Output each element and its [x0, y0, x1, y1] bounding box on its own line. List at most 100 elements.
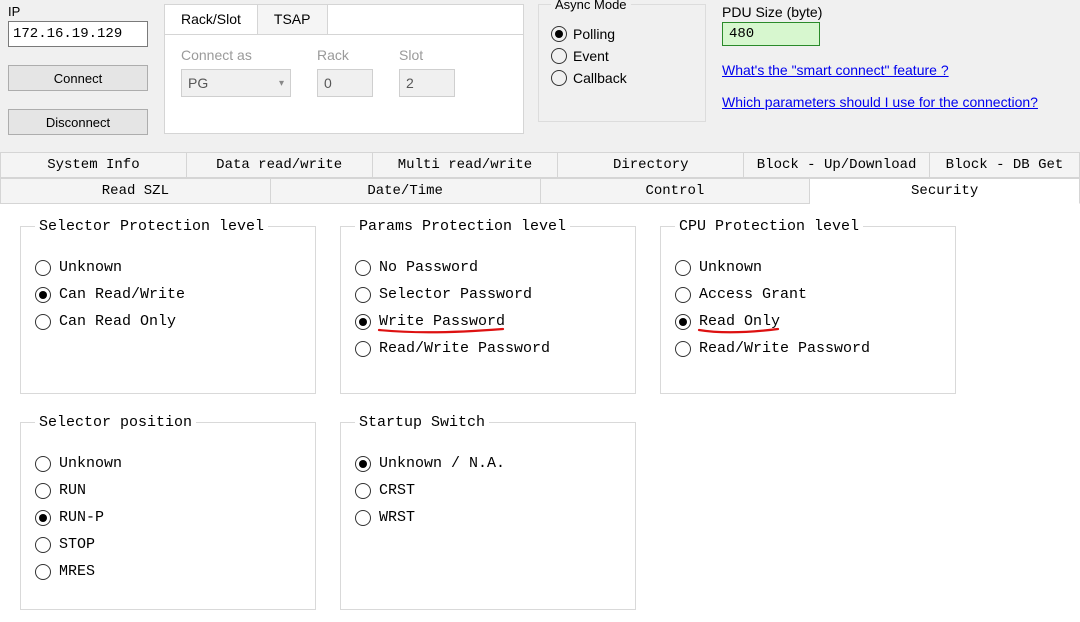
tab-row2-item[interactable]: Date/Time	[271, 178, 541, 204]
cpu-protection-option[interactable]: Read/Write Password	[675, 340, 941, 357]
async-option[interactable]: Event	[551, 48, 693, 64]
selector-position-option[interactable]: MRES	[35, 563, 301, 580]
tab-row1-item[interactable]: Block - DB Get	[930, 152, 1080, 178]
tab-row2-item[interactable]: Control	[541, 178, 811, 204]
params-protection-option-label: Write Password	[379, 313, 505, 330]
selector-protection-option[interactable]: Can Read/Write	[35, 286, 301, 303]
selector-protection-option-label: Unknown	[59, 259, 122, 276]
radio-icon	[35, 456, 51, 472]
cpu-protection-option[interactable]: Access Grant	[675, 286, 941, 303]
cpu-protection-option[interactable]: Read Only	[675, 313, 941, 330]
cpu-protection-option-label: Access Grant	[699, 286, 807, 303]
selector-position-option-label: MRES	[59, 563, 95, 580]
radio-icon	[675, 287, 691, 303]
radio-icon	[675, 341, 691, 357]
tab-row1-item[interactable]: Data read/write	[187, 152, 373, 178]
startup-switch-option[interactable]: WRST	[355, 509, 621, 526]
tab-row1-item[interactable]: Multi read/write	[373, 152, 559, 178]
selector-protection-option-label: Can Read/Write	[59, 286, 185, 303]
radio-icon	[35, 287, 51, 303]
radio-icon	[35, 260, 51, 276]
radio-icon	[35, 537, 51, 553]
slot-input[interactable]	[399, 69, 455, 97]
panel-selector-protection: Selector Protection level Unknown Can Rea…	[20, 218, 316, 394]
tab-row2-item[interactable]: Security	[810, 178, 1080, 204]
params-protection-option-label: Selector Password	[379, 286, 532, 303]
selector-protection-option[interactable]: Can Read Only	[35, 313, 301, 330]
ip-label: IP	[8, 4, 160, 19]
pdu-label: PDU Size (byte)	[722, 4, 1062, 20]
legend-selector-position: Selector position	[35, 414, 196, 431]
params-protection-option[interactable]: Read/Write Password	[355, 340, 621, 357]
link-smart-connect[interactable]: What's the "smart connect" feature ?	[722, 62, 1062, 78]
radio-icon	[355, 314, 371, 330]
rack-slot-card: Rack/Slot TSAP Connect as PG ▾ Rack Slot	[164, 4, 524, 134]
selector-position-option[interactable]: STOP	[35, 536, 301, 553]
security-panels: Selector Protection level Unknown Can Rea…	[0, 204, 1080, 610]
selector-position-option[interactable]: RUN	[35, 482, 301, 499]
legend-startup-switch: Startup Switch	[355, 414, 489, 431]
connect-as-combo[interactable]: PG ▾	[181, 69, 291, 97]
radio-icon	[355, 456, 371, 472]
params-protection-option[interactable]: Selector Password	[355, 286, 621, 303]
radio-icon	[355, 510, 371, 526]
cpu-protection-option-label: Read Only	[699, 313, 780, 330]
tab-row2-item[interactable]: Read SZL	[0, 178, 271, 204]
selector-protection-option[interactable]: Unknown	[35, 259, 301, 276]
radio-icon	[35, 510, 51, 526]
ip-input[interactable]	[8, 21, 148, 47]
cpu-protection-option[interactable]: Unknown	[675, 259, 941, 276]
selector-position-option-label: RUN-P	[59, 509, 104, 526]
ip-column: IP Connect Disconnect	[8, 4, 160, 135]
legend-cpu-protection: CPU Protection level	[675, 218, 863, 235]
startup-switch-option-label: Unknown / N.A.	[379, 455, 505, 472]
params-protection-option-label: Read/Write Password	[379, 340, 550, 357]
selector-position-option[interactable]: Unknown	[35, 455, 301, 472]
startup-switch-option-label: WRST	[379, 509, 415, 526]
tab-tsap[interactable]: TSAP	[258, 5, 328, 34]
legend-params-protection: Params Protection level	[355, 218, 570, 235]
chevron-down-icon: ▾	[279, 78, 284, 89]
cpu-protection-option-label: Read/Write Password	[699, 340, 870, 357]
radio-icon	[551, 70, 567, 86]
connect-button[interactable]: Connect	[8, 65, 148, 91]
async-option-label: Callback	[573, 70, 627, 86]
selector-position-option-label: Unknown	[59, 455, 122, 472]
disconnect-button[interactable]: Disconnect	[8, 109, 148, 135]
radio-icon	[551, 48, 567, 64]
tabs-row-2: Read SZLDate/TimeControlSecurity	[0, 178, 1080, 204]
async-option[interactable]: Polling	[551, 26, 693, 42]
params-protection-option-label: No Password	[379, 259, 478, 276]
radio-icon	[675, 260, 691, 276]
tab-row1-item[interactable]: System Info	[0, 152, 187, 178]
startup-switch-option-label: CRST	[379, 482, 415, 499]
rack-label: Rack	[317, 47, 373, 63]
params-protection-option[interactable]: Write Password	[355, 313, 621, 330]
tab-rack-slot[interactable]: Rack/Slot	[165, 5, 258, 34]
radio-icon	[355, 483, 371, 499]
async-legend: Async Mode	[551, 0, 631, 12]
panel-selector-position: Selector position Unknown RUN RUN-P STOP MRE…	[20, 414, 316, 610]
pdu-column: PDU Size (byte) What's the "smart connec…	[722, 4, 1062, 110]
pdu-input[interactable]	[722, 22, 820, 46]
tabs-row-1: System InfoData read/writeMulti read/wri…	[0, 152, 1080, 178]
startup-switch-option[interactable]: Unknown / N.A.	[355, 455, 621, 472]
radio-icon	[35, 564, 51, 580]
selector-position-option[interactable]: RUN-P	[35, 509, 301, 526]
rack-input[interactable]	[317, 69, 373, 97]
params-protection-option[interactable]: No Password	[355, 259, 621, 276]
panel-params-protection: Params Protection level No Password Selec…	[340, 218, 636, 394]
tab-row1-item[interactable]: Directory	[558, 152, 744, 178]
selector-position-option-label: STOP	[59, 536, 95, 553]
radio-icon	[355, 287, 371, 303]
radio-icon	[35, 314, 51, 330]
async-option[interactable]: Callback	[551, 70, 693, 86]
radio-icon	[551, 26, 567, 42]
selector-protection-option-label: Can Read Only	[59, 313, 176, 330]
legend-selector-protection: Selector Protection level	[35, 218, 268, 235]
radio-icon	[35, 483, 51, 499]
tab-row1-item[interactable]: Block - Up/Download	[744, 152, 930, 178]
link-connection-params[interactable]: Which parameters should I use for the co…	[722, 94, 1062, 110]
selector-position-option-label: RUN	[59, 482, 86, 499]
startup-switch-option[interactable]: CRST	[355, 482, 621, 499]
